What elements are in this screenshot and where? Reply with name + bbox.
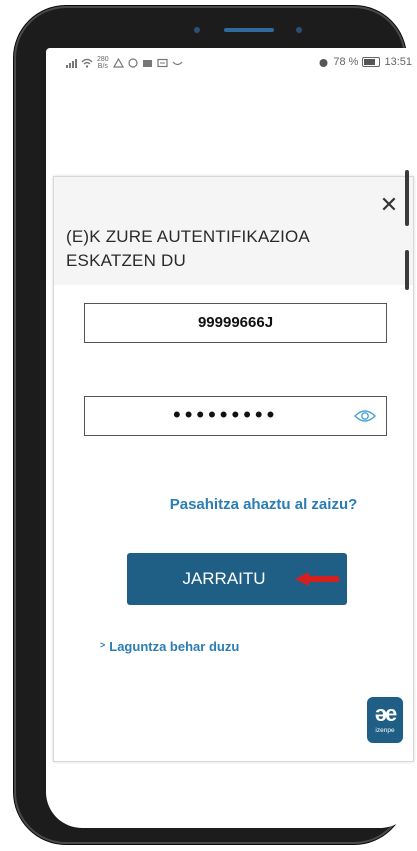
wifi-icon	[81, 58, 93, 68]
alarm-icon	[319, 58, 328, 67]
clock: 13:51	[384, 56, 412, 68]
app-icon	[142, 60, 152, 67]
phone-sensor	[194, 27, 200, 33]
continue-label[interactable]: JARRAITU	[182, 569, 265, 588]
status-right: 78 % 13:51	[318, 56, 412, 68]
username-value[interactable]: 99999666J	[85, 304, 386, 342]
help-link[interactable]: > Laguntza behar duzu	[100, 639, 239, 654]
warning-icon	[112, 58, 124, 68]
eye-icon[interactable]	[354, 408, 376, 424]
forgot-password-link[interactable]: Pasahitza ahaztu al zaizu?	[54, 496, 413, 513]
modal-title: (E)K ZURE AUTENTIFIKAZIOA ESKATZEN DU	[66, 227, 310, 270]
network-speed-unit: B/s	[97, 63, 108, 70]
phone-frame: 280 B/s 78 % 13:51 ✕ (E)K ZURE AUTENTIFI…	[14, 6, 416, 844]
izenpe-logo[interactable]: әe izenpe	[367, 697, 403, 743]
message-icon	[157, 58, 168, 68]
phone-camera	[296, 27, 302, 33]
help-label[interactable]: Laguntza behar duzu	[109, 639, 239, 654]
auth-modal: ✕ (E)K ZURE AUTENTIFIKAZIOA ESKATZEN DU …	[53, 176, 414, 762]
signal-icon	[66, 58, 77, 68]
close-icon[interactable]: ✕	[380, 192, 398, 217]
network-speed-value: 280	[97, 56, 109, 63]
arrow-left-icon	[295, 572, 339, 586]
battery-icon	[362, 57, 381, 67]
battery-percent: 78 %	[333, 56, 359, 68]
close-button[interactable]: ✕	[377, 193, 401, 217]
izenpe-logo-mark: әe	[374, 701, 397, 726]
screen: 280 B/s 78 % 13:51 ✕ (E)K ZURE AUTENTIFI…	[46, 48, 416, 828]
smile-icon	[172, 61, 183, 66]
power-button	[405, 250, 409, 290]
status-bar: 280 B/s 78 % 13:51	[46, 48, 416, 76]
password-field[interactable]: •••••••••	[84, 396, 387, 436]
password-value[interactable]: •••••••••	[173, 397, 278, 433]
chevron-right-icon: >	[100, 640, 106, 650]
battery-fill	[364, 59, 376, 65]
username-field[interactable]: 99999666J	[84, 303, 387, 343]
whatsapp-icon	[128, 58, 138, 68]
status-left: 280 B/s	[66, 56, 183, 70]
modal-header: ✕ (E)K ZURE AUTENTIFIKAZIOA ESKATZEN DU	[54, 177, 413, 285]
continue-button[interactable]: JARRAITU	[127, 553, 347, 605]
network-speed: 280 B/s	[97, 56, 109, 70]
izenpe-logo-text: izenpe	[375, 727, 395, 734]
phone-speaker	[224, 28, 274, 32]
volume-button	[405, 170, 409, 226]
